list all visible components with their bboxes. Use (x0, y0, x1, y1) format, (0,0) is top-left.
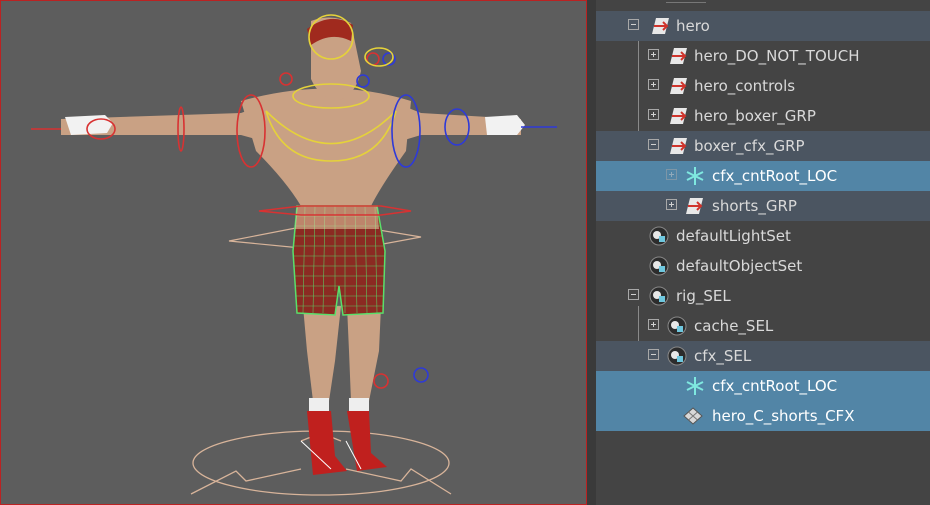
right-sock (349, 398, 369, 412)
legs (303, 306, 381, 401)
object-set-icon (649, 286, 669, 306)
3d-viewport[interactable] (0, 0, 587, 505)
outliner-item-label: defaultObjectSet (676, 257, 803, 275)
locator-icon (686, 377, 704, 395)
outliner-item-label: cache_SEL (694, 317, 774, 335)
outliner-item-cfx-cntroot-loc-member[interactable]: cfx_cntRoot_LOC (596, 371, 930, 401)
outliner-item-label: hero_C_shorts_CFX (712, 407, 855, 425)
left-sock (309, 398, 329, 412)
collapse-icon[interactable] (628, 19, 639, 30)
transform-group-icon (670, 138, 687, 154)
outliner-item-shorts-grp[interactable]: shorts_GRP (596, 191, 930, 221)
shorts-mesh (292, 205, 386, 316)
locator-icon (686, 167, 704, 185)
character-rig-scene (31, 14, 557, 496)
outliner-item-label: boxer_cfx_GRP (694, 137, 805, 155)
transform-group-icon (686, 198, 703, 214)
outliner-item-cfx-sel[interactable]: cfx_SEL (596, 341, 930, 371)
outliner-item-rig-sel[interactable]: rig_SEL (596, 281, 930, 311)
outliner-item-hero[interactable]: hero (596, 11, 930, 41)
scrolled-row-remnant (666, 0, 706, 3)
collapse-icon[interactable] (628, 289, 639, 300)
outliner-item-label: hero_controls (694, 77, 796, 95)
object-set-icon (667, 316, 687, 336)
expand-icon[interactable] (666, 169, 677, 180)
outliner-item-cache-sel[interactable]: cache_SEL (596, 311, 930, 341)
outliner-item-label: hero_DO_NOT_TOUCH (694, 47, 860, 65)
outliner-item-label: cfx_cntRoot_LOC (712, 377, 838, 395)
outliner-item-label: hero_boxer_GRP (694, 107, 816, 125)
transform-group-icon (652, 18, 669, 34)
outliner-item-hero-controls[interactable]: hero_controls (596, 71, 930, 101)
outliner-panel: hero hero_DO_NOT_TOUCH hero_controls her… (596, 0, 930, 505)
right-boot (347, 411, 387, 471)
expand-icon[interactable] (648, 319, 659, 330)
expand-icon[interactable] (648, 79, 659, 90)
outliner-item-label: cfx_SEL (694, 347, 752, 365)
outliner-item-default-object-set[interactable]: defaultObjectSet (596, 251, 930, 281)
outliner-item-hero-boxer-grp[interactable]: hero_boxer_GRP (596, 101, 930, 131)
object-set-icon (667, 346, 687, 366)
outliner-item-hero-c-shorts-cfx[interactable]: hero_C_shorts_CFX (596, 401, 930, 431)
expand-icon[interactable] (648, 109, 659, 120)
transform-group-icon (670, 108, 687, 124)
object-set-icon (649, 256, 669, 276)
outliner-item-hero-do-not-touch[interactable]: hero_DO_NOT_TOUCH (596, 41, 930, 71)
outliner-item-label: defaultLightSet (676, 227, 791, 245)
panel-splitter[interactable] (587, 0, 596, 505)
transform-group-icon (670, 48, 687, 64)
expand-icon[interactable] (666, 199, 677, 210)
outliner-item-cfx-cntroot-loc[interactable]: cfx_cntRoot_LOC (596, 161, 930, 191)
outliner-item-label: hero (676, 17, 710, 35)
outliner-item-label: cfx_cntRoot_LOC (712, 167, 838, 185)
expand-icon[interactable] (648, 49, 659, 60)
outliner-item-label: shorts_GRP (712, 197, 797, 215)
transform-group-icon (670, 78, 687, 94)
collapse-icon[interactable] (648, 349, 659, 360)
outliner-item-boxer-cfx-grp[interactable]: boxer_cfx_GRP (596, 131, 930, 161)
torso (241, 88, 411, 206)
right-hand-wrap (485, 115, 525, 135)
outliner-item-default-light-set[interactable]: defaultLightSet (596, 221, 930, 251)
outliner-item-label: rig_SEL (676, 287, 731, 305)
collapse-icon[interactable] (648, 139, 659, 150)
object-set-icon (649, 226, 669, 246)
mesh-icon (683, 407, 703, 425)
